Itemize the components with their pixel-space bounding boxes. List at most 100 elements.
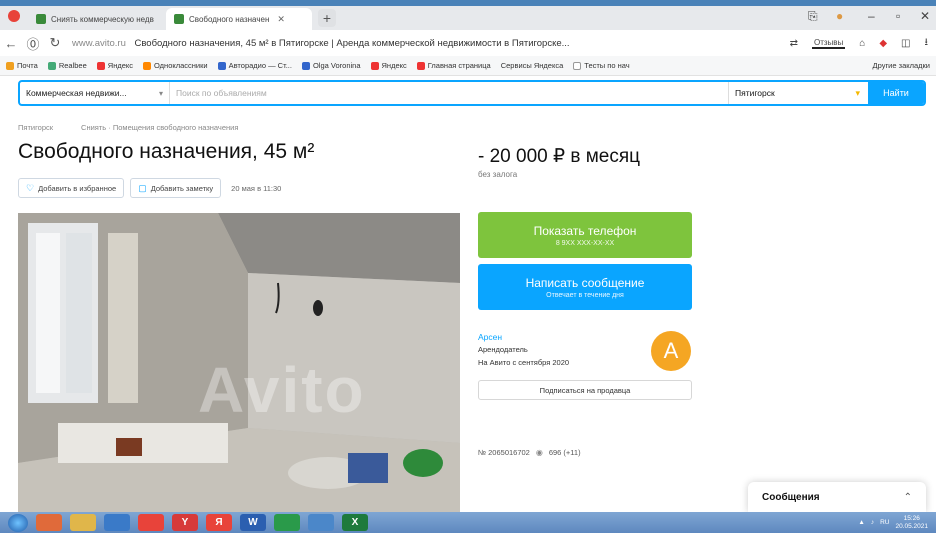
- bookmark-label: Тесты по нач: [584, 61, 630, 70]
- url-page-title: Свободного назначения, 45 м² в Пятигорск…: [134, 37, 570, 49]
- language-icon[interactable]: RU: [880, 519, 889, 526]
- bookmark-label: Olga Voronina: [312, 61, 361, 70]
- media-icon[interactable]: [104, 514, 130, 531]
- bookmark-label: Другие закладки: [872, 61, 930, 70]
- bookmark-item[interactable]: Яндекс: [370, 61, 407, 70]
- reviews-badge[interactable]: Отзывы: [811, 38, 846, 49]
- bookmark-item[interactable]: Сервисы Яндекса: [501, 61, 564, 70]
- taskbar-apps: YЯW X: [28, 514, 368, 531]
- volume-icon[interactable]: ♪: [871, 519, 874, 526]
- subscribe-button[interactable]: Подписаться на продавца: [478, 380, 692, 400]
- add-favorite-button[interactable]: ♡ Добавить в избранное: [18, 178, 125, 198]
- seller-name[interactable]: Арсен: [478, 332, 502, 342]
- yandex-browser-icon[interactable]: [138, 514, 164, 531]
- deposit-note: без залога: [478, 170, 518, 179]
- yandex-app-icon[interactable]: Я: [206, 514, 232, 531]
- avito-tab-icon: [36, 14, 46, 24]
- bookmarks-bar: Почта Realbee Яндекс Одноклассники Автор…: [0, 56, 936, 76]
- breadcrumb: Пятигорск Сниять · Помещения свободного …: [18, 123, 238, 132]
- bookmark-item[interactable]: Olga Voronina: [301, 61, 361, 70]
- city-select[interactable]: Пятигорск ▾: [728, 82, 868, 104]
- translate-icon[interactable]: ⇄: [790, 38, 798, 49]
- avito-tab-icon: [174, 14, 184, 24]
- listing-actions: ♡ Добавить в избранное ▢ Добавить заметк…: [18, 178, 281, 198]
- close-window-icon[interactable]: ✕: [920, 9, 930, 23]
- bookmark-item[interactable]: Realbee: [47, 61, 87, 70]
- address-bar-actions: ⇄ Отзывы ⌂ ◆ ◫ ⭳: [790, 35, 936, 52]
- tab-listing[interactable]: Свободного назначен ✕: [166, 8, 312, 30]
- note-icon: ▢: [138, 182, 147, 193]
- page-icon: [573, 61, 582, 70]
- clock-time: 15:26: [903, 514, 920, 522]
- chevron-down-icon: ▾: [855, 87, 860, 98]
- download-icon[interactable]: ⭳: [925, 35, 929, 52]
- bookmark-item[interactable]: Одноклассники: [143, 61, 208, 70]
- downloads-icon[interactable]: ⎘: [808, 9, 818, 24]
- back-arrow-icon[interactable]: ←: [0, 36, 22, 51]
- posted-date: 20 мая в 11:30: [231, 183, 282, 193]
- collections-icon[interactable]: ◫: [901, 38, 910, 49]
- view-count: 696 (+11): [548, 448, 581, 457]
- bookmark-item[interactable]: Главная страница: [416, 61, 491, 70]
- clock-date: 20.05.2021: [895, 522, 928, 530]
- close-tab-icon[interactable]: ✕: [277, 14, 285, 25]
- clock[interactable]: 15:26 20.05.2021: [895, 515, 928, 531]
- window-title-strip: [0, 0, 936, 6]
- messages-panel[interactable]: Сообщения ⌃: [748, 482, 926, 512]
- tab-commercial-search[interactable]: Сниять коммерческую недв: [28, 8, 160, 30]
- radio-icon: [217, 61, 226, 70]
- bookmark-label: Одноклассники: [154, 61, 208, 70]
- add-note-label: Добавить заметку: [150, 183, 214, 193]
- add-favorite-label: Добавить в избранное: [38, 183, 117, 193]
- minimize-icon[interactable]: –: [868, 9, 875, 23]
- other-bookmarks[interactable]: Другие закладки: [873, 61, 936, 70]
- bookmark-label: Главная страница: [427, 61, 491, 70]
- start-button-icon[interactable]: [8, 513, 28, 532]
- seller-role: Арендодатель: [478, 345, 528, 354]
- maximize-icon[interactable]: ▫: [896, 9, 900, 23]
- eye-icon: ◉: [535, 448, 543, 457]
- bookmark-label: Realbee: [58, 61, 87, 70]
- bookmark-item[interactable]: Почта: [6, 61, 38, 70]
- avatar[interactable]: А: [651, 331, 691, 371]
- url-field[interactable]: www.avito.ru Свободного назначения, 45 м…: [66, 38, 790, 49]
- breadcrumb-category[interactable]: Сниять · Помещения свободного назначения: [81, 123, 238, 132]
- seller-since: На Авито с сентября 2020: [478, 358, 570, 367]
- odnoklassniki-icon: [143, 61, 152, 70]
- yandex-icon[interactable]: Y: [172, 514, 198, 531]
- protect-icon[interactable]: ⓪: [22, 34, 44, 53]
- phone-masked: 8 9XX XXX-XX-XX: [555, 239, 615, 247]
- write-message-button[interactable]: Написать сообщение Отвечает в течение дн…: [478, 264, 692, 310]
- search-input[interactable]: [170, 82, 728, 104]
- excel-icon[interactable]: X: [342, 514, 368, 531]
- bookmark-label: Яндекс: [381, 61, 407, 70]
- page-title: Свободного назначения, 45 м²: [18, 140, 315, 163]
- breadcrumb-city[interactable]: Пятигорск: [18, 123, 53, 132]
- add-note-button[interactable]: ▢ Добавить заметку: [130, 178, 222, 198]
- bookmark-item[interactable]: Тесты по нач: [573, 61, 630, 70]
- category-select[interactable]: Коммерческая недвижи... ▾: [20, 82, 170, 104]
- word-icon[interactable]: W: [240, 514, 266, 531]
- show-phone-button[interactable]: Показать телефон 8 9XX XXX-XX-XX: [478, 212, 692, 258]
- chrome-icon[interactable]: [36, 514, 62, 531]
- tab-label: Сниять коммерческую недв: [51, 14, 154, 24]
- find-button[interactable]: Найти: [868, 82, 924, 104]
- extension-icon[interactable]: ◆: [879, 38, 887, 49]
- new-tab-button[interactable]: +: [318, 9, 336, 27]
- window-icon[interactable]: [308, 514, 334, 531]
- show-phone-label: Показать телефон: [533, 223, 637, 238]
- bookmark-item[interactable]: Яндекс: [96, 61, 133, 70]
- green-app-icon[interactable]: [274, 514, 300, 531]
- home-page-icon: [416, 61, 425, 70]
- folder-icon[interactable]: [70, 514, 96, 531]
- bookmark-icon[interactable]: ⌂: [859, 38, 865, 49]
- yandex-browser-logo-icon[interactable]: [8, 10, 20, 22]
- chevron-up-icon[interactable]: ⌃: [904, 492, 912, 503]
- notifications-icon[interactable]: ●: [836, 9, 843, 23]
- listing-photo[interactable]: Avito: [18, 213, 460, 513]
- bookmark-label: Сервисы Яндекса: [500, 61, 564, 70]
- reload-icon[interactable]: ↻: [44, 35, 66, 51]
- address-bar: ← ⓪ ↻ www.avito.ru Свободного назначения…: [0, 30, 936, 56]
- bookmark-item[interactable]: Авторадио — Ст...: [217, 61, 292, 70]
- network-icon[interactable]: ▲: [858, 519, 864, 526]
